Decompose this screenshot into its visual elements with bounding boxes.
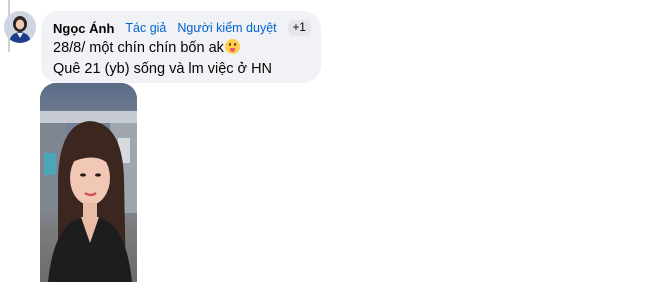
comment-header: Ngọc Ánh Tác giả Người kiểm duyệt +1: [53, 18, 311, 38]
author-badge[interactable]: Tác giả: [125, 21, 166, 35]
comment-bubble: Ngọc Ánh Tác giả Người kiểm duyệt +1 28/…: [41, 11, 321, 83]
more-badges-button[interactable]: +1: [287, 20, 311, 36]
comment-text: 28/8/ một chín chín bốn ak: [53, 40, 224, 56]
author-name[interactable]: Ngọc Ánh: [53, 21, 114, 36]
attached-photo[interactable]: [40, 83, 137, 282]
moderator-badge[interactable]: Người kiểm duyệt: [177, 21, 276, 35]
photo-image: [40, 83, 137, 282]
comment-text-line: 28/8/ một chín chín bốn ak: [53, 38, 309, 59]
profile-photo-icon: [4, 11, 36, 43]
grinning-face-with-tongue-icon: [224, 39, 240, 54]
comment-text-line: Quê 21 (yb) sống và lm việc ở HN: [53, 61, 273, 77]
avatar[interactable]: [4, 11, 36, 43]
